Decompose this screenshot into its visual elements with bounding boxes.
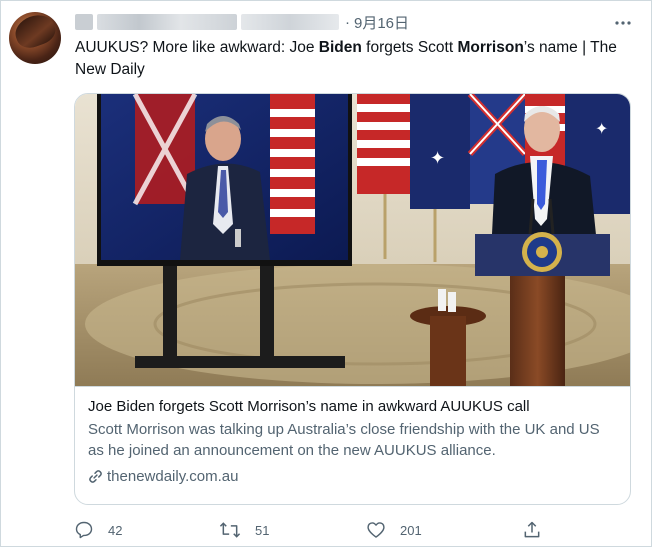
- more-options-button[interactable]: [612, 12, 634, 34]
- tweet-text: AUUKUS? More like awkward: Joe Biden for…: [75, 37, 635, 81]
- reply-icon: [75, 521, 93, 539]
- like-count: 201: [400, 522, 422, 538]
- share-icon: [524, 521, 540, 538]
- reply-count: 42: [108, 522, 123, 538]
- blurred-display-name[interactable]: [97, 14, 237, 30]
- card-domain: thenewdaily.com.au: [88, 466, 238, 487]
- retweet-count: 51: [255, 522, 270, 538]
- avatar[interactable]: [9, 12, 61, 64]
- more-horizontal-icon: [615, 21, 631, 25]
- tweet-header: · 9月16日: [75, 10, 409, 34]
- header-separator: ·: [345, 13, 350, 31]
- tweet-date[interactable]: 9月16日: [354, 12, 409, 33]
- svg-text:✦: ✦: [595, 119, 608, 138]
- card-description: Scott Morrison was talking up Australia’…: [88, 421, 600, 459]
- svg-text:✦: ✦: [430, 148, 445, 169]
- card-image[interactable]: ✦ ✦: [75, 94, 630, 386]
- share-button[interactable]: [522, 518, 556, 542]
- card-title[interactable]: Joe Biden forgets Scott Morrison’s name …: [88, 396, 530, 417]
- tweet-text-part: AUUKUS? More like awkward: Joe: [75, 39, 319, 56]
- tweet-text-part: forgets Scott: [361, 39, 458, 56]
- retweet-button[interactable]: 51: [219, 518, 269, 542]
- tweet-actions: 42 51 201: [0, 518, 652, 542]
- heart-icon: [367, 522, 385, 538]
- blurred-handle: [241, 14, 339, 30]
- link-icon: [89, 470, 102, 483]
- link-preview-card[interactable]: ✦ ✦ Joe Biden forgets Scott Morrison’s n…: [74, 93, 631, 505]
- tweet-text-bold: Biden: [318, 39, 362, 56]
- retweet-icon: [219, 522, 241, 538]
- tweet-text-bold: Morrison: [457, 39, 524, 56]
- blurred-username-part: [75, 14, 93, 30]
- like-button[interactable]: 201: [366, 518, 422, 542]
- card-body[interactable]: Joe Biden forgets Scott Morrison’s name …: [75, 386, 630, 504]
- reply-button[interactable]: 42: [74, 518, 122, 542]
- card-domain-text: thenewdaily.com.au: [107, 468, 239, 485]
